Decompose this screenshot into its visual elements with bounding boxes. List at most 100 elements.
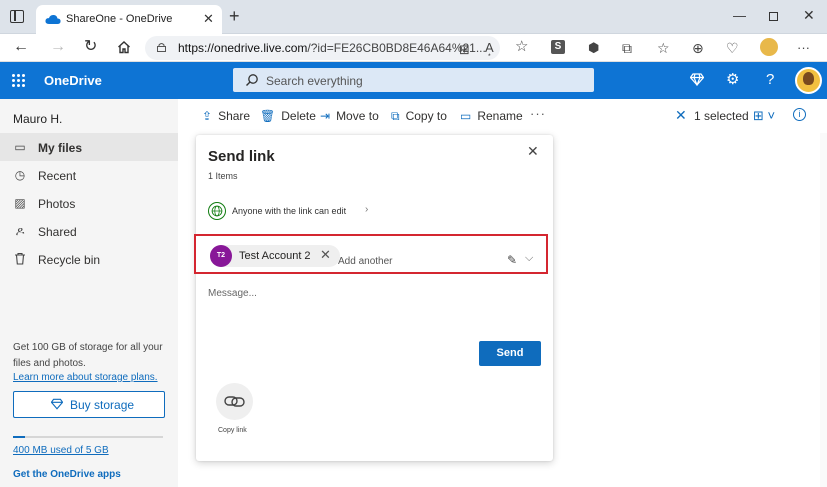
- browser-tab-bar: ShareOne - OneDrive ✕ + — ✕: [0, 0, 827, 34]
- read-aloud-icon[interactable]: A͙: [485, 40, 494, 56]
- item-count: 1 Items: [208, 171, 238, 181]
- nav-item-label: Recycle bin: [38, 253, 101, 267]
- address-bar[interactable]: https://onedrive.live.com/?id=FE26CB0BD8…: [145, 36, 500, 60]
- get-apps-link[interactable]: Get the OneDrive apps: [13, 469, 121, 480]
- copy-to-button[interactable]: ⧉ Copy to: [391, 108, 447, 124]
- storage-promo-text: Get 100 GB of storage for all your files…: [13, 342, 163, 369]
- nav-item-photos[interactable]: ▨ Photos: [0, 189, 178, 217]
- nav-item-recycle-bin[interactable]: Recycle bin: [0, 245, 178, 273]
- collections-icon[interactable]: ⊕: [692, 40, 704, 56]
- app-name[interactable]: OneDrive: [44, 73, 102, 88]
- extension-s-icon[interactable]: S: [551, 40, 565, 54]
- app-launcher-icon[interactable]: [12, 74, 25, 87]
- storage-usage-link[interactable]: 400 MB used of 5 GB: [13, 445, 109, 456]
- link-icon: [224, 396, 245, 407]
- maximize-icon[interactable]: [769, 12, 778, 21]
- forward-icon[interactable]: →: [50, 37, 66, 57]
- lock-icon: [157, 43, 166, 52]
- nav-item-label: My files: [38, 141, 83, 155]
- nav-item-my-files[interactable]: ▭ My files: [0, 133, 178, 161]
- app-available-icon[interactable]: ⊞: [459, 42, 470, 58]
- command-bar: ⇪ Share 🗑 Delete ⇥ Move to ⧉ Copy to ▭ Rename…: [178, 99, 827, 133]
- copy-to-label: Copy to: [405, 109, 447, 123]
- back-icon[interactable]: ←: [13, 37, 29, 57]
- nav-item-recent[interactable]: ◷ Recent: [0, 161, 178, 189]
- image-icon: ▨: [14, 196, 26, 210]
- move-to-label: Move to: [336, 109, 379, 123]
- rename-label: Rename: [477, 109, 523, 123]
- search-placeholder: Search everything: [266, 74, 363, 88]
- send-link-dialog: Send link 1 Items ✕ Anyone with the link…: [196, 135, 553, 461]
- minimize-icon[interactable]: —: [733, 8, 746, 23]
- onedrive-cloud-icon: [45, 14, 61, 24]
- help-icon[interactable]: ?: [766, 71, 774, 89]
- view-options-icon[interactable]: ⊞ ˅: [753, 108, 775, 124]
- more-actions-icon[interactable]: ···: [530, 106, 546, 121]
- copy-icon: ⧉: [391, 109, 400, 123]
- nav-item-label: Photos: [38, 197, 76, 211]
- close-icon[interactable]: ✕: [527, 143, 539, 160]
- home-icon[interactable]: [117, 40, 131, 54]
- extension-shield-icon[interactable]: ⬢: [588, 40, 599, 56]
- info-pane-icon[interactable]: i: [793, 108, 806, 121]
- search-box[interactable]: Search everything: [233, 68, 594, 92]
- refresh-icon[interactable]: ↻: [84, 37, 97, 57]
- window-close-icon[interactable]: ✕: [803, 7, 815, 24]
- url-text: https://onedrive.live.com/?id=FE26CB0BD8…: [178, 41, 486, 55]
- settings-more-icon[interactable]: ···: [797, 40, 810, 56]
- globe-icon: [208, 202, 226, 220]
- people-icon: ዶ: [15, 224, 25, 238]
- favorites-icon[interactable]: ☆: [657, 40, 670, 56]
- browser-toolbar: ← → ↻ https://onedrive.live.com/?id=FE26…: [0, 34, 827, 62]
- storage-quota-bar: [13, 436, 163, 438]
- diamond-icon: [51, 398, 63, 410]
- delete-label: Delete: [281, 109, 316, 123]
- message-input[interactable]: Message...: [208, 288, 257, 299]
- favorite-star-icon[interactable]: ☆: [515, 39, 528, 55]
- move-to-button[interactable]: ⇥ Move to: [320, 108, 379, 124]
- rename-icon: ▭: [460, 109, 472, 123]
- send-button[interactable]: Send: [479, 341, 541, 366]
- account-avatar[interactable]: [795, 67, 822, 94]
- browser-essentials-icon[interactable]: ♡: [726, 40, 739, 56]
- selection-count: 1 selected: [694, 109, 749, 123]
- page-scrollbar[interactable]: [820, 133, 827, 487]
- copy-link-button[interactable]: [216, 383, 253, 420]
- buy-storage-label: Buy storage: [70, 398, 135, 412]
- rename-button[interactable]: ▭ Rename: [460, 108, 523, 124]
- storage-quota-fill: [13, 436, 25, 438]
- tab-close-icon[interactable]: ✕: [203, 11, 214, 27]
- share-label: Share: [218, 109, 251, 123]
- nav-item-label: Shared: [38, 225, 77, 239]
- settings-gear-icon[interactable]: ⚙: [726, 71, 739, 89]
- new-tab-icon[interactable]: +: [229, 7, 240, 25]
- link-permission-setting[interactable]: Anyone with the link can edit ›: [208, 201, 378, 221]
- left-navigation: Mauro H. ▭ My files ◷ Recent ▨ Photos ዶ …: [0, 99, 178, 487]
- delete-icon: 🗑: [260, 109, 276, 123]
- buy-storage-button[interactable]: Buy storage: [13, 391, 165, 418]
- onedrive-header: OneDrive Search everything ⚙ ?: [0, 62, 827, 99]
- nav-item-shared[interactable]: ዶ Shared: [0, 217, 178, 245]
- trash-icon: [15, 252, 25, 265]
- move-icon: ⇥: [320, 109, 331, 123]
- highlight-box: [194, 234, 548, 274]
- clock-icon: ◷: [14, 168, 26, 182]
- search-icon: [246, 74, 258, 86]
- share-button[interactable]: ⇪ Share: [202, 108, 250, 124]
- delete-button[interactable]: 🗑 Delete: [260, 108, 316, 124]
- url-domain: https://onedrive.live.com: [178, 41, 308, 55]
- share-icon: ⇪: [202, 109, 213, 123]
- folder-icon: ▭: [14, 140, 26, 154]
- clear-selection-icon[interactable]: ✕: [675, 107, 687, 123]
- extensions-puzzle-icon[interactable]: ⧉: [622, 40, 632, 56]
- user-name: Mauro H.: [13, 112, 63, 126]
- dialog-title: Send link: [208, 148, 275, 165]
- storage-plans-link[interactable]: Learn more about storage plans.: [13, 372, 158, 383]
- browser-tab[interactable]: ShareOne - OneDrive ✕: [36, 5, 222, 34]
- browser-profile-avatar[interactable]: [760, 38, 778, 56]
- nav-item-label: Recent: [38, 169, 77, 183]
- copy-link-label: Copy link: [218, 427, 247, 434]
- premium-diamond-icon[interactable]: [690, 73, 704, 86]
- permission-text: Anyone with the link can edit: [232, 206, 347, 216]
- tab-actions-icon[interactable]: [10, 10, 24, 23]
